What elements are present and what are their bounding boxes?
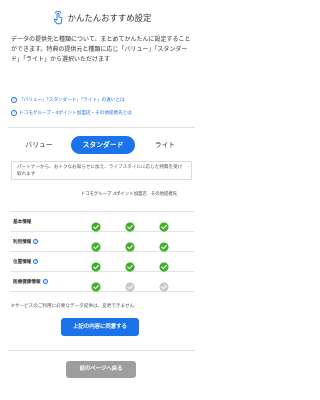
agree-button[interactable]: 上記の内容に同意する — [61, 318, 139, 336]
check-icon — [125, 237, 135, 252]
table-row: 位置情報? — [10, 252, 194, 272]
plan-difference-link[interactable]: ? 「バリュー」「スタンダード」「ライト」の違いとは — [11, 97, 125, 103]
check-icon — [159, 237, 169, 252]
partner-definition-link[interactable]: ? ドコモグループ・dポイント加盟店・その他提携先とは — [11, 110, 132, 116]
tab-standard[interactable]: スタンダード — [71, 136, 135, 154]
plan-difference-link-label[interactable]: 「バリュー」「スタンダード」「ライト」の違いとは — [19, 97, 125, 103]
data-provision-table: ドコモグループ dポイント加盟店 その他提携先 基本情報 利用情報? 位置情報?… — [10, 188, 194, 292]
table-row: 利用情報? — [10, 232, 194, 252]
divider — [8, 350, 195, 351]
table-header: ドコモグループ dポイント加盟店 その他提携先 — [10, 188, 194, 212]
row-label: 基本情報 — [13, 220, 32, 225]
check-icon — [125, 217, 135, 232]
question-circle-icon: ? — [11, 97, 17, 103]
data-provision-note: ※サービスのご利用に必要なデータ提供は、変更できません — [11, 304, 135, 309]
table-row: 医療健康情報? — [10, 272, 194, 292]
intro-text: データの提供先と種類について、まとめてかんたんに設定することができます。特典の提… — [11, 36, 191, 63]
check-icon — [159, 277, 169, 292]
column-header-other-partners: その他提携先 — [150, 192, 178, 197]
column-header-docomo-group: ドコモグループ — [80, 192, 112, 197]
check-icon — [91, 277, 101, 292]
tab-lite[interactable]: ライト — [134, 136, 196, 154]
tab-value[interactable]: バリュー — [8, 136, 70, 154]
question-circle-icon[interactable]: ? — [33, 239, 39, 244]
table-row: 基本情報 — [10, 212, 194, 232]
check-icon — [125, 277, 135, 292]
question-circle-icon[interactable]: ? — [42, 279, 48, 284]
row-label: 医療健康情報? — [13, 279, 48, 285]
row-label: 位置情報? — [13, 259, 39, 265]
back-button[interactable]: 前のページへ戻る — [66, 361, 136, 378]
check-icon — [91, 257, 101, 272]
plan-tabs: バリュー スタンダード ライト — [8, 136, 195, 154]
column-header-dpoint-stores: dポイント加盟店 — [113, 192, 147, 197]
question-circle-icon[interactable]: ? — [33, 259, 39, 264]
row-label: 利用情報? — [13, 239, 39, 245]
question-circle-icon: ? — [11, 110, 17, 116]
page-header: かんたんおすすめ設定 — [0, 9, 203, 27]
check-icon — [125, 257, 135, 272]
divider — [8, 127, 195, 128]
plan-description: パートナーから、おトクなお知らせに加え、ライフスタイルに応じた特典を受け取れます — [11, 161, 192, 180]
partner-definition-link-label[interactable]: ドコモグループ・dポイント加盟店・その他提携先とは — [19, 110, 132, 116]
page-title: かんたんおすすめ設定 — [67, 13, 152, 23]
check-icon — [159, 257, 169, 272]
check-icon — [159, 217, 169, 232]
check-icon — [91, 217, 101, 232]
check-icon — [91, 237, 101, 252]
tap-hand-icon — [52, 11, 64, 25]
